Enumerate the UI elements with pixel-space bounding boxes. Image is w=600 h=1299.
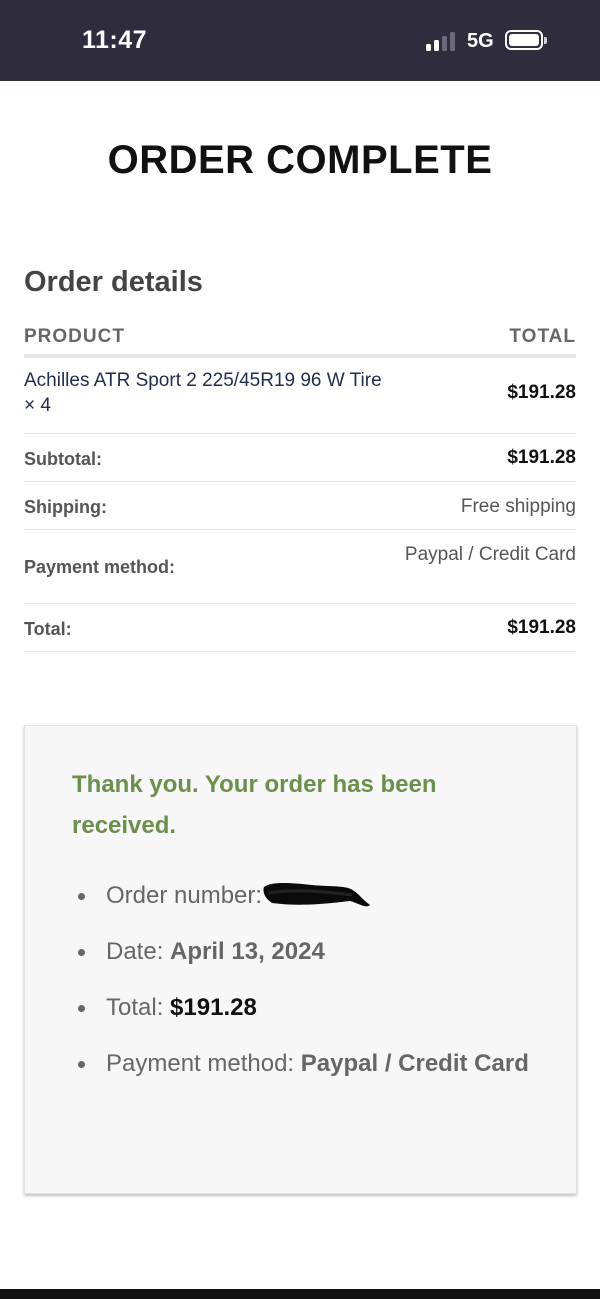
total-value: $191.28	[507, 617, 576, 638]
payment-method-label: Payment method:	[24, 557, 176, 577]
order-number-item: Order number:	[75, 876, 535, 916]
order-total-value: $191.28	[170, 994, 257, 1021]
order-date-label: Date:	[106, 938, 164, 965]
product-column-header: PRODUCT	[24, 326, 125, 347]
bullet	[78, 949, 85, 956]
order-details-table: PRODUCT TOTAL Achilles ATR Sport 2 225/4…	[24, 316, 576, 652]
order-received-box: Thank you. Your order has been received.…	[24, 725, 577, 1194]
order-date-item: Date: April 13, 2024	[75, 932, 535, 972]
order-payment-label: Payment method:	[106, 1050, 295, 1077]
bullet	[78, 893, 85, 900]
order-payment-item: Payment method: Paypal / Credit Card	[75, 1044, 535, 1084]
shipping-row: Shipping: Free shipping	[24, 482, 576, 530]
table-header: PRODUCT TOTAL	[24, 316, 576, 358]
product-row: Achilles ATR Sport 2 225/45R19 96 W Tire…	[24, 358, 576, 434]
thank-you-message: Thank you. Your order has been received.	[72, 771, 437, 839]
product-name-link[interactable]: Achilles ATR Sport 2 225/45R19 96 W Tire…	[24, 368, 384, 418]
page-title: ORDER COMPLETE	[107, 138, 493, 182]
payment-method-row: Payment method: Paypal / Credit Card	[24, 530, 576, 604]
order-details-title: Order details	[24, 266, 203, 298]
network-type: 5G	[467, 30, 494, 52]
order-payment-value: Paypal / Credit Card	[300, 1050, 529, 1077]
subtotal-label: Subtotal:	[24, 449, 102, 469]
shipping-label: Shipping:	[24, 497, 107, 517]
order-date-value: April 13, 2024	[170, 938, 325, 965]
bullet	[78, 1005, 85, 1012]
total-column-header: TOTAL	[509, 326, 576, 347]
bullet	[78, 1061, 85, 1068]
status-bar: 11:47 5G	[0, 0, 600, 81]
total-label: Total:	[24, 619, 72, 639]
status-time: 11:47	[82, 26, 148, 54]
payment-method-value: Paypal / Credit Card	[404, 544, 576, 565]
order-total-item: Total: $191.28	[75, 988, 535, 1028]
bottom-edge	[0, 1289, 600, 1299]
order-number-label: Order number:	[106, 882, 263, 909]
product-total: $191.28	[507, 382, 576, 403]
subtotal-row: Subtotal: $191.28	[24, 434, 576, 482]
signal-icon	[426, 31, 458, 51]
redacted-order-number	[262, 882, 372, 911]
shipping-value: Free shipping	[460, 496, 576, 517]
order-total-label: Total:	[106, 994, 164, 1021]
subtotal-value: $191.28	[507, 447, 576, 468]
battery-icon	[505, 30, 547, 50]
total-row: Total: $191.28	[24, 604, 576, 652]
order-overview-list: Order number: Date: April 13, 2024 Total…	[75, 876, 535, 1084]
